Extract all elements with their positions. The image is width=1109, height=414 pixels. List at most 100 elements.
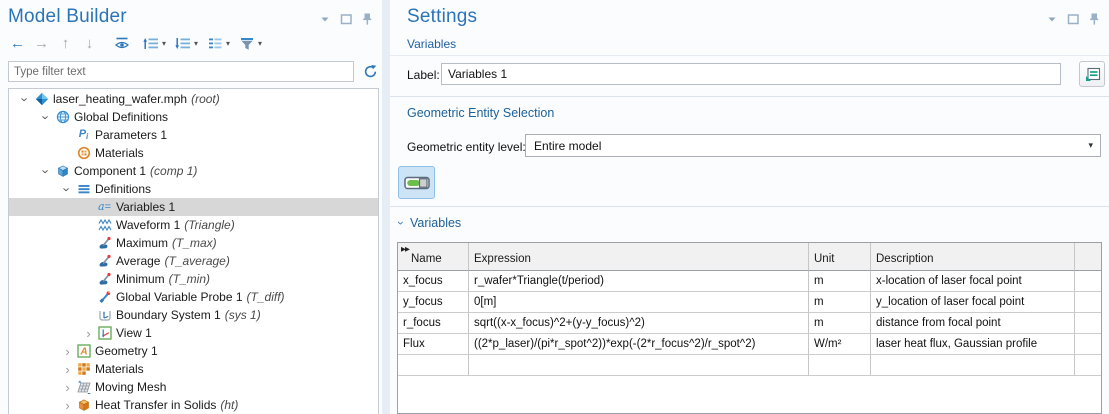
label-field-label: Label: bbox=[407, 68, 440, 82]
float-window-icon[interactable] bbox=[339, 12, 353, 26]
cell-expression[interactable]: sqrt((x-x_focus)^2+(y-y_focus)^2) bbox=[469, 313, 809, 334]
view-icon bbox=[96, 326, 113, 341]
cell-unit[interactable]: m bbox=[809, 271, 871, 292]
model-builder-title: Model Builder bbox=[8, 6, 127, 28]
cell-unit[interactable]: m bbox=[809, 313, 871, 334]
probe-icon bbox=[96, 236, 113, 251]
chevron-expanded-icon[interactable]: › bbox=[395, 221, 407, 225]
refresh-button[interactable] bbox=[360, 61, 380, 81]
tree-item-view-1[interactable]: ›View 1 bbox=[9, 324, 378, 342]
tree-item-definitions[interactable]: ›Definitions bbox=[9, 180, 378, 198]
definitions-icon bbox=[75, 182, 92, 197]
chevron-expanded-icon[interactable]: › bbox=[39, 165, 54, 178]
cell-name[interactable]: r_focus bbox=[398, 313, 469, 334]
refresh-icon bbox=[363, 64, 378, 79]
tree-item-global-definitions[interactable]: ›Global Definitions bbox=[9, 108, 378, 126]
chevron-collapsed-icon[interactable]: › bbox=[60, 363, 75, 376]
chevron-down-icon: ▾ bbox=[1088, 140, 1100, 151]
panel-menu-icon[interactable] bbox=[318, 12, 332, 26]
section-variables[interactable]: › Variables bbox=[399, 216, 461, 230]
move-up-button[interactable]: ↑ bbox=[56, 33, 75, 53]
filter-input[interactable] bbox=[8, 61, 354, 82]
chevron-expanded-icon[interactable]: › bbox=[60, 183, 75, 196]
tree-item-minimum[interactable]: Minimum(T_min) bbox=[9, 270, 378, 288]
tree-item-average[interactable]: Average(T_average) bbox=[9, 252, 378, 270]
label-input[interactable] bbox=[441, 63, 1061, 85]
tree-item-heat-transfer-in-solids[interactable]: ›Heat Transfer in Solids(ht) bbox=[9, 396, 378, 414]
empty-cell-unit[interactable] bbox=[809, 355, 871, 376]
cell-expression[interactable]: 0[m] bbox=[469, 292, 809, 313]
tree-item-waveform-1[interactable]: Waveform 1(Triangle) bbox=[9, 216, 378, 234]
column-header-expression[interactable]: Expression bbox=[469, 243, 809, 271]
section-divider bbox=[390, 206, 1109, 207]
tree-item-parameters-1[interactable]: PiParameters 1 bbox=[9, 126, 378, 144]
tree-item-label: Global Variable Probe 1 bbox=[116, 290, 243, 304]
chevron-collapsed-icon[interactable]: › bbox=[81, 327, 96, 340]
geometric-entity-level-label: Geometric entity level: bbox=[407, 140, 526, 154]
tree-item-global-variable-probe-1[interactable]: Global Variable Probe 1(T_diff) bbox=[9, 288, 378, 306]
tree-item-tag: (comp 1) bbox=[150, 164, 197, 178]
empty-cell-name[interactable] bbox=[398, 355, 469, 376]
model-tree-node-text-dropdown-caret[interactable]: ▾ bbox=[226, 39, 230, 48]
float-window-icon[interactable] bbox=[1066, 12, 1080, 26]
cell-description[interactable]: laser heat flux, Gaussian profile bbox=[871, 334, 1075, 355]
section-geometric-entity-selection[interactable]: Geometric Entity Selection bbox=[407, 106, 554, 120]
chevron-collapsed-icon[interactable]: › bbox=[60, 399, 75, 412]
rename-button[interactable] bbox=[1079, 61, 1105, 87]
active-toggle-button[interactable] bbox=[398, 166, 435, 199]
cell-description[interactable]: y_location of laser focal point bbox=[871, 292, 1075, 313]
column-header-name[interactable]: ▶▶Name bbox=[398, 243, 469, 271]
cell-expression[interactable]: r_wafer*Triangle(t/period) bbox=[469, 271, 809, 292]
tree-item-variables-1[interactable]: a=Variables 1 bbox=[9, 198, 378, 216]
chevron-collapsed-icon[interactable]: › bbox=[60, 381, 75, 394]
expand-all-dropdown-caret[interactable]: ▾ bbox=[194, 39, 198, 48]
cell-name[interactable]: y_focus bbox=[398, 292, 469, 313]
geometric-entity-level-select[interactable]: Entire model ▾ bbox=[525, 134, 1101, 157]
empty-cell-expression[interactable] bbox=[469, 355, 809, 376]
variable-row: Flux((2*p_laser)/(pi*r_spot^2))*exp(-(2*… bbox=[398, 334, 1101, 355]
pin-panel-icon[interactable] bbox=[360, 12, 374, 26]
global-definitions-icon bbox=[54, 110, 71, 125]
column-header-unit[interactable]: Unit bbox=[809, 243, 871, 271]
tree-item-geometry-1[interactable]: ›AGeometry 1 bbox=[9, 342, 378, 360]
pin-panel-icon[interactable] bbox=[1087, 12, 1101, 26]
cell-name[interactable]: Flux bbox=[398, 334, 469, 355]
cell-expression[interactable]: ((2*p_laser)/(pi*r_spot^2))*exp(-(2*r_fo… bbox=[469, 334, 809, 355]
move-down-button[interactable]: ↓ bbox=[80, 33, 99, 53]
tree-item-tag: (T_max) bbox=[172, 236, 217, 250]
collapse-all-dropdown-caret[interactable]: ▾ bbox=[162, 39, 166, 48]
tree-item-materials[interactable]: Materials bbox=[9, 144, 378, 162]
empty-cell-description[interactable] bbox=[871, 355, 1075, 376]
cell-name[interactable]: x_focus bbox=[398, 271, 469, 292]
tree-item-label: Variables 1 bbox=[116, 200, 175, 214]
tree-item-materials[interactable]: ›Materials bbox=[9, 360, 378, 378]
tree-item-tag: (T_min) bbox=[169, 272, 210, 286]
panel-menu-icon[interactable] bbox=[1045, 12, 1059, 26]
heat-transfer-icon bbox=[75, 398, 92, 413]
tree-item-component-1[interactable]: ›Component 1(comp 1) bbox=[9, 162, 378, 180]
tree-item-maximum[interactable]: Maximum(T_max) bbox=[9, 234, 378, 252]
cell-description[interactable]: distance from focal point bbox=[871, 313, 1075, 334]
chevron-expanded-icon[interactable]: › bbox=[18, 93, 33, 106]
chevron-collapsed-icon[interactable]: › bbox=[60, 345, 75, 358]
tree-item-boundary-system-1[interactable]: Boundary System 1(sys 1) bbox=[9, 306, 378, 324]
probe-icon bbox=[96, 272, 113, 287]
column-header-description[interactable]: Description bbox=[871, 243, 1075, 271]
variable-row: y_focus0[m]my_location of laser focal po… bbox=[398, 292, 1101, 313]
tree-item-laser-heating-wafer-mph[interactable]: ›laser_heating_wafer.mph(root) bbox=[9, 90, 378, 108]
show-button[interactable] bbox=[112, 33, 131, 53]
go-back-button[interactable]: ← bbox=[8, 33, 27, 53]
filter-button[interactable] bbox=[237, 33, 256, 53]
tree-item-label: Heat Transfer in Solids bbox=[95, 398, 216, 412]
filter-dropdown-caret[interactable]: ▾ bbox=[258, 39, 262, 48]
expand-all-button[interactable] bbox=[173, 33, 192, 53]
geometry-icon: A bbox=[75, 344, 92, 359]
cell-unit[interactable]: m bbox=[809, 292, 871, 313]
chevron-expanded-icon[interactable]: › bbox=[39, 111, 54, 124]
cell-description[interactable]: x-location of laser focal point bbox=[871, 271, 1075, 292]
go-forward-button[interactable]: → bbox=[32, 33, 51, 53]
cell-unit[interactable]: W/m² bbox=[809, 334, 871, 355]
model-tree-node-text-button[interactable] bbox=[205, 33, 224, 53]
collapse-all-button[interactable] bbox=[141, 33, 160, 53]
tree-item-moving-mesh[interactable]: ›Moving Mesh bbox=[9, 378, 378, 396]
